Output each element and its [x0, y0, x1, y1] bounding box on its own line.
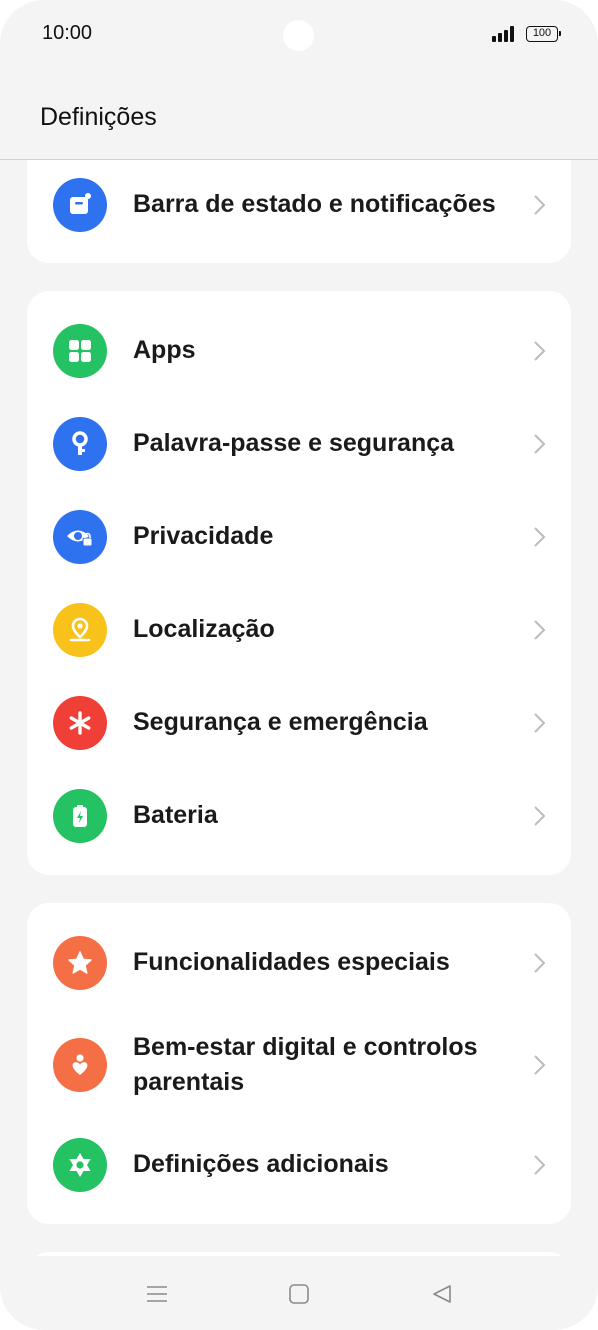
settings-item-location[interactable]: Localização [27, 584, 571, 677]
privacy-eye-icon [53, 510, 107, 564]
location-icon [53, 603, 107, 657]
phone-screen: 10:00 100 Definições Barra de estado e n… [0, 0, 598, 1330]
chevron-right-icon [534, 341, 546, 361]
settings-item-label: Palavra-passe e segurança [133, 429, 455, 457]
settings-item-status-bar[interactable]: Barra de estado e notificações [27, 160, 571, 251]
status-time: 10:00 [42, 22, 93, 44]
apps-icon [53, 324, 107, 378]
chevron-right-icon [534, 806, 546, 826]
settings-item-label: Apps [133, 336, 196, 364]
home-icon[interactable] [285, 1280, 313, 1308]
chevron-right-icon [534, 620, 546, 640]
settings-item-label: Bateria [133, 801, 218, 829]
chevron-right-icon [534, 713, 546, 733]
battery-icon [53, 789, 107, 843]
settings-item-label: Segurança e emergência [133, 708, 428, 736]
settings-item-label: Barra de estado e notificações [133, 190, 496, 218]
settings-item-safety-emergency[interactable]: Segurança e emergência [27, 677, 571, 770]
settings-list[interactable]: Barra de estado e notificações Apps Pala… [0, 160, 598, 1256]
page-title: Definições [40, 103, 157, 131]
settings-item-label: Bem-estar digital e controlos parentais [133, 1030, 478, 1100]
status-bar: 10:00 100 [0, 0, 598, 70]
chevron-right-icon [534, 1155, 546, 1175]
star-icon [53, 936, 107, 990]
settings-card-more: Funcionalidades especiais Bem-estar digi… [27, 903, 571, 1224]
settings-item-additional-settings[interactable]: Definições adicionais [27, 1119, 571, 1212]
status-bar-icon [53, 178, 107, 232]
chevron-right-icon [534, 953, 546, 973]
settings-item-digital-wellbeing[interactable]: Bem-estar digital e controlos parentais [27, 1010, 571, 1120]
settings-item-special-features[interactable]: Funcionalidades especiais [27, 917, 571, 1010]
chevron-right-icon [534, 1055, 546, 1075]
gear-icon [53, 1138, 107, 1192]
settings-item-apps[interactable]: Apps [27, 305, 571, 398]
key-icon [53, 417, 107, 471]
settings-item-label-line1: Bem-estar digital e controlos [133, 1033, 478, 1061]
settings-item-label: Privacidade [133, 522, 274, 550]
signal-icon [492, 26, 518, 42]
settings-item-privacy[interactable]: Privacidade [27, 491, 571, 584]
wellbeing-icon [53, 1038, 107, 1092]
back-icon[interactable] [428, 1280, 456, 1308]
chevron-right-icon [534, 195, 546, 215]
settings-item-label: Definições adicionais [133, 1150, 389, 1178]
settings-item-label: Funcionalidades especiais [133, 948, 450, 976]
battery-status-icon: 100 [526, 26, 561, 42]
settings-item-label-line2: parentais [133, 1068, 245, 1096]
settings-item-battery[interactable]: Bateria [27, 770, 571, 863]
camera-cutout [283, 20, 314, 51]
settings-card-notifications: Barra de estado e notificações [27, 160, 571, 263]
navigation-bar [0, 1256, 598, 1330]
chevron-right-icon [534, 434, 546, 454]
settings-item-label: Localização [133, 615, 275, 643]
settings-item-password-security[interactable]: Palavra-passe e segurança [27, 398, 571, 491]
title-bar: Definições [0, 70, 598, 159]
asterisk-icon [53, 696, 107, 750]
menu-icon[interactable] [143, 1280, 171, 1308]
settings-card-apps-security: Apps Palavra-passe e segurança Privacida… [27, 291, 571, 875]
chevron-right-icon [534, 527, 546, 547]
